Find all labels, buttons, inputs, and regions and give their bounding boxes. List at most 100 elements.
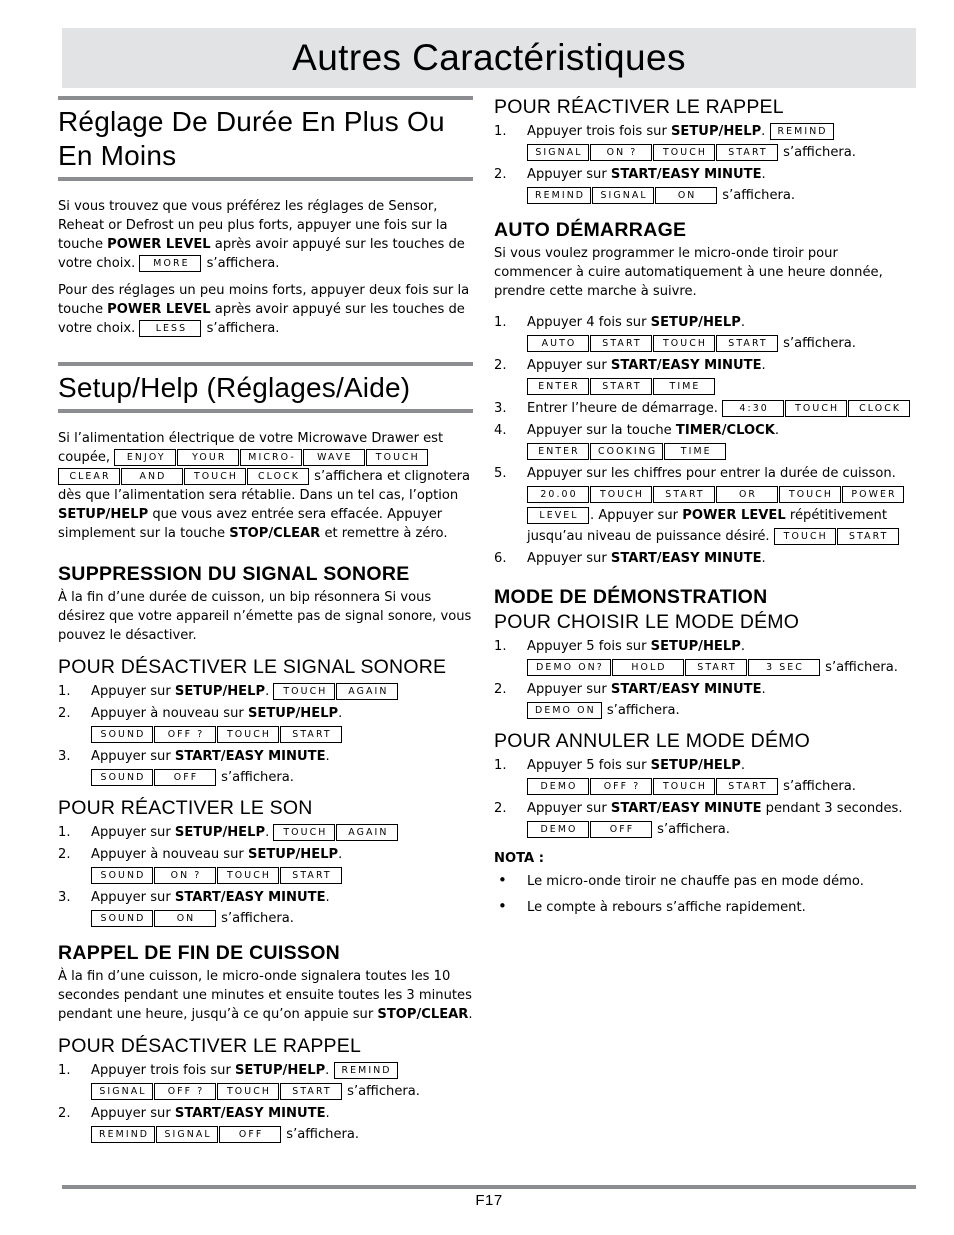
text: Appuyer sur les chiffres pour entrer la … [527,466,896,481]
lcd-display: POWER [842,486,904,503]
lcd-display: OFF [219,1126,282,1143]
lcd-display: TOUCH [217,867,279,884]
text: s’affichera. [217,911,294,926]
text: . [740,639,745,654]
lcd-display: YOUR [177,449,240,466]
list-item: Appuyer à nouveau sur SETUP/HELP. SOUND ON… [58,844,478,886]
lcd-display: START [836,528,899,545]
text: Appuyer sur [91,1106,175,1121]
bold-power-level: POWER LEVEL [107,302,211,317]
section-end-reminder: RAPPEL DE FIN DE CUISSON À la fin d’une … [58,942,478,1145]
lcd-display: LEVEL [527,507,589,524]
section-heading-demo-mode: MODE DE DÉMONSTRATION [494,586,768,608]
lcd-display: TOUCH [273,683,336,700]
text: s’affichera. [202,256,280,271]
list-item: Appuyer à nouveau sur SETUP/HELP. SOUND OF… [58,703,478,745]
subheading-sound-off: POUR DÉSACTIVER LE SIGNAL SONORE [58,656,447,678]
lcd-display: DEMO ON? [527,659,611,676]
list-item: Le micro-onde tiroir ne chauffe pas en m… [494,870,914,892]
lcd-display: 20.00 [527,486,589,503]
text: s’affichera. [821,660,898,675]
lcd-display: ENTER [527,443,589,460]
lcd-display: ON [154,910,216,927]
lcd-display: OFF [154,769,216,786]
text: Appuyer sur [91,749,175,764]
text: Appuyer 5 fois sur [527,639,651,654]
text: Appuyer sur [527,682,611,697]
text: s’affichera. [718,188,796,203]
list-item: Le compte à rebours s’affiche rapidement… [494,896,914,918]
text: s’affichera. [653,822,730,837]
document-page: Autres Caractéristiques Réglage De Durée… [0,0,954,1235]
list-item: Appuyer sur la touche TIMER/CLOCK. ENTER C… [494,420,914,462]
lcd-display: CLOCK [247,468,309,485]
subheading-reminder-on: POUR RÉACTIVER LE RAPPEL [494,96,784,118]
lcd-display: DEMO [527,778,589,795]
section-demo-mode: MODE DE DÉMONSTRATION POUR CHOISIR LE MO… [494,586,914,918]
text: Appuyer sur [527,358,611,373]
lcd-display: SIGNAL [91,1083,153,1100]
footer-page-number: F17 [475,1192,503,1209]
text: . [761,358,766,373]
text: s’affichera. [343,1084,420,1099]
text: . [774,423,780,438]
lcd-display: TOUCH [653,144,715,161]
text: Appuyer à nouveau sur [91,847,248,862]
lcd-display: ENJOY [114,449,177,466]
list-item: Appuyer sur SETUP/HELP. TOUCH AGAIN [58,822,478,843]
lcd-display: TOUCH [653,335,715,352]
lcd-display: TOUCH [785,400,848,417]
lcd-display: TOUCH [217,726,279,743]
lcd-display: TOUCH [273,824,336,841]
footer-rule [62,1185,916,1189]
lcd-display: SOUND [91,726,153,743]
lcd-display: 4:30 [722,400,785,417]
lcd-display: START [280,726,342,743]
lcd-display: START [653,486,715,503]
text: . [325,1063,334,1078]
lcd-display: TOUCH [590,486,652,503]
paragraph-less: Pour des réglages un peu moins forts, ap… [58,281,478,338]
list-item: Appuyer sur START/EASY MINUTE. ENTER START… [494,355,914,397]
lcd-display: SOUND [91,910,153,927]
paragraph-more: Si vous trouvez que vous préférez les ré… [58,197,478,273]
text: s’affichera. [779,336,856,351]
lcd-display: START [280,867,342,884]
text: s’affichera. [602,703,680,718]
lcd-display: SIGNAL [592,187,655,204]
lcd-display: START [280,1083,342,1100]
steps-sound-off: Appuyer sur SETUP/HELP. TOUCH AGAIN Appuy… [58,681,478,788]
lcd-display: CLEAR [58,468,120,485]
section-more-less: Réglage De Durée En Plus Ou En Moins Si … [58,96,478,338]
text: Appuyer sur [91,684,175,699]
bold-setup-help: SETUP/HELP [58,507,149,522]
lcd-display: MICRO- [240,449,302,466]
steps-reminder-on: Appuyer trois fois sur SETUP/HELP. REMIN… [494,121,914,206]
lcd-display: 3 SEC [748,659,820,676]
text: . [338,847,343,862]
text: Appuyer 4 fois sur [527,315,651,330]
lcd-display: START [590,335,652,352]
text: Appuyer sur [527,801,611,816]
list-item: Entrer l’heure de démarrage. 4:30 TOUCH CL… [494,398,914,419]
lcd-display: OFF [590,821,652,838]
bold-key: START/EASY MINUTE [610,551,762,566]
lcd-display: TOUCH [217,1083,279,1100]
bold-power-level: POWER LEVEL [107,237,211,252]
subheading-sound-on: POUR RÉACTIVER LE SON [58,797,313,819]
section-heading-end-reminder: RAPPEL DE FIN DE CUISSON [58,942,341,964]
text: Entrer l’heure de démarrage. [527,401,723,416]
bold-key: SETUP/HELP [650,639,741,654]
left-column: Réglage De Durée En Plus Ou En Moins Si … [58,96,478,1146]
list-item: Appuyer 4 fois sur SETUP/HELP. AUTO START T… [494,312,914,354]
lcd-display: OFF ? [590,778,652,795]
lcd-display: SOUND [91,867,153,884]
lcd-display: TOUCH [773,528,836,545]
text: . [761,124,770,139]
lcd-display: TOUCH [653,778,715,795]
text: . [265,825,274,840]
lcd-display: TOUCH [779,486,841,503]
steps-demo-off: Appuyer 5 fois sur SETUP/HELP. DEMO OFF ? T… [494,755,914,840]
section-setup-help: Setup/Help (Réglages/Aide) Si l’alimenta… [58,362,478,543]
lcd-display: SIGNAL [527,144,589,161]
